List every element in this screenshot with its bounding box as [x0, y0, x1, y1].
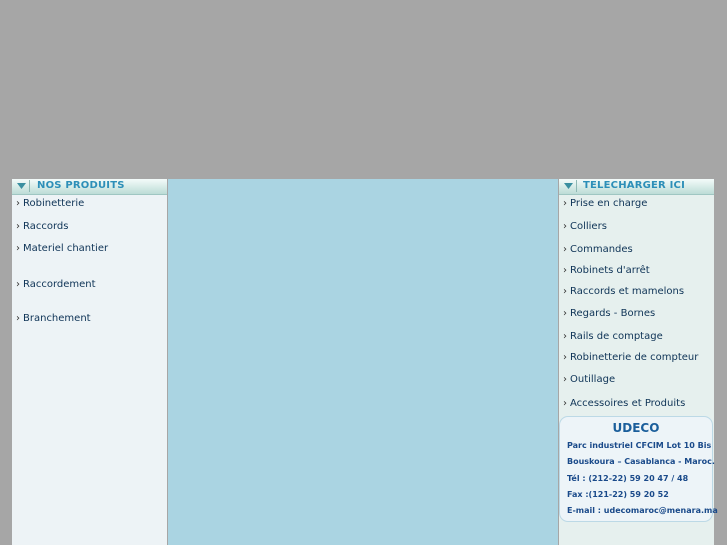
- bullet-icon: ›: [563, 198, 567, 209]
- download-link-label: Raccords et mamelons: [570, 286, 685, 297]
- download-link-label: Outillage: [570, 374, 616, 385]
- nav-link-raccordement[interactable]: › Raccordement: [16, 279, 96, 290]
- nav-link-materiel-chantier[interactable]: › Materiel chantier: [16, 243, 108, 254]
- nav-link-label: Raccords: [23, 221, 69, 232]
- download-link-label: Regards - Bornes: [570, 308, 656, 319]
- address-line-1: Parc industriel CFCIM Lot 10 Bis: [567, 441, 712, 450]
- bullet-icon: ›: [563, 286, 567, 297]
- downloads-panel-header[interactable]: TELECHARGER ICI: [559, 179, 714, 195]
- address-line-2: Bouskoura – Casablanca - Maroc.: [567, 457, 715, 466]
- nav-link-raccords[interactable]: › Raccords: [16, 221, 68, 232]
- downloads-panel: TELECHARGER ICI › Prise en charge › Collie…: [559, 179, 718, 545]
- nav-link-robinetterie[interactable]: › Robinetterie: [16, 198, 84, 209]
- downloads-panel-title: TELECHARGER ICI: [583, 180, 686, 191]
- download-link-raccords-mamelons[interactable]: › Raccords et mamelons: [563, 286, 684, 297]
- download-link-label: Colliers: [570, 221, 607, 232]
- download-link-label: Rails de comptage: [570, 331, 663, 342]
- nav-link-label: Branchement: [23, 313, 91, 324]
- bullet-icon: ›: [16, 279, 20, 290]
- products-panel-title: NOS PRODUITS: [37, 180, 125, 191]
- bullet-icon: ›: [563, 244, 567, 255]
- download-link-prise-en-charge[interactable]: › Prise en charge: [563, 198, 647, 209]
- nav-link-label: Raccordement: [23, 279, 96, 290]
- phone-number: Tél : (212-22) 59 20 47 / 48: [567, 474, 689, 483]
- download-link-label: Commandes: [570, 244, 633, 255]
- bullet-icon: ›: [563, 398, 567, 409]
- triangle-down-icon: [17, 183, 26, 189]
- company-name: UDECO: [612, 421, 660, 435]
- download-link-label: Robinetterie de compteur: [570, 352, 699, 363]
- nav-link-branchement[interactable]: › Branchement: [16, 313, 91, 324]
- download-link-colliers[interactable]: › Colliers: [563, 221, 607, 232]
- nav-link-label: Materiel chantier: [23, 243, 109, 254]
- download-link-rails-comptage[interactable]: › Rails de comptage: [563, 331, 663, 342]
- collapse-toggle[interactable]: [560, 180, 577, 192]
- collapse-toggle[interactable]: [13, 180, 30, 192]
- bullet-icon: ›: [563, 221, 567, 232]
- email-address[interactable]: E-mail : udecomaroc@menara.ma: [567, 506, 718, 515]
- bullet-icon: ›: [563, 352, 567, 363]
- triangle-down-icon: [564, 183, 573, 189]
- download-link-label: Robinets d'arrêt: [570, 265, 650, 276]
- download-link-accessoires-produits[interactable]: › Accessoires et Produits: [563, 398, 685, 409]
- download-link-robinetterie-compteur[interactable]: › Robinetterie de compteur: [563, 352, 698, 363]
- download-link-robinets-arret[interactable]: › Robinets d'arrêt: [563, 265, 650, 276]
- download-link-regards-bornes[interactable]: › Regards - Bornes: [563, 308, 655, 319]
- bullet-icon: ›: [16, 221, 20, 232]
- fax-number: Fax :(121-22) 59 20 52: [567, 490, 669, 499]
- download-link-commandes[interactable]: › Commandes: [563, 244, 633, 255]
- bullet-icon: ›: [16, 313, 20, 324]
- bullet-icon: ›: [563, 331, 567, 342]
- contact-card: UDECO Parc industriel CFCIM Lot 10 Bis B…: [559, 416, 718, 522]
- download-link-outillage[interactable]: › Outillage: [563, 374, 615, 385]
- nav-link-label: Robinetterie: [23, 198, 85, 209]
- bullet-icon: ›: [16, 198, 20, 209]
- download-link-label: Accessoires et Produits: [570, 398, 686, 409]
- download-link-label: Prise en charge: [570, 198, 648, 209]
- products-panel: NOS PRODUITS › Robinetterie › Raccords › Ma…: [12, 179, 167, 545]
- main-content-area: [168, 179, 558, 545]
- bullet-icon: ›: [16, 243, 20, 254]
- bullet-icon: ›: [563, 308, 567, 319]
- bullet-icon: ›: [563, 374, 567, 385]
- products-panel-header[interactable]: NOS PRODUITS: [12, 179, 167, 195]
- bullet-icon: ›: [563, 265, 567, 276]
